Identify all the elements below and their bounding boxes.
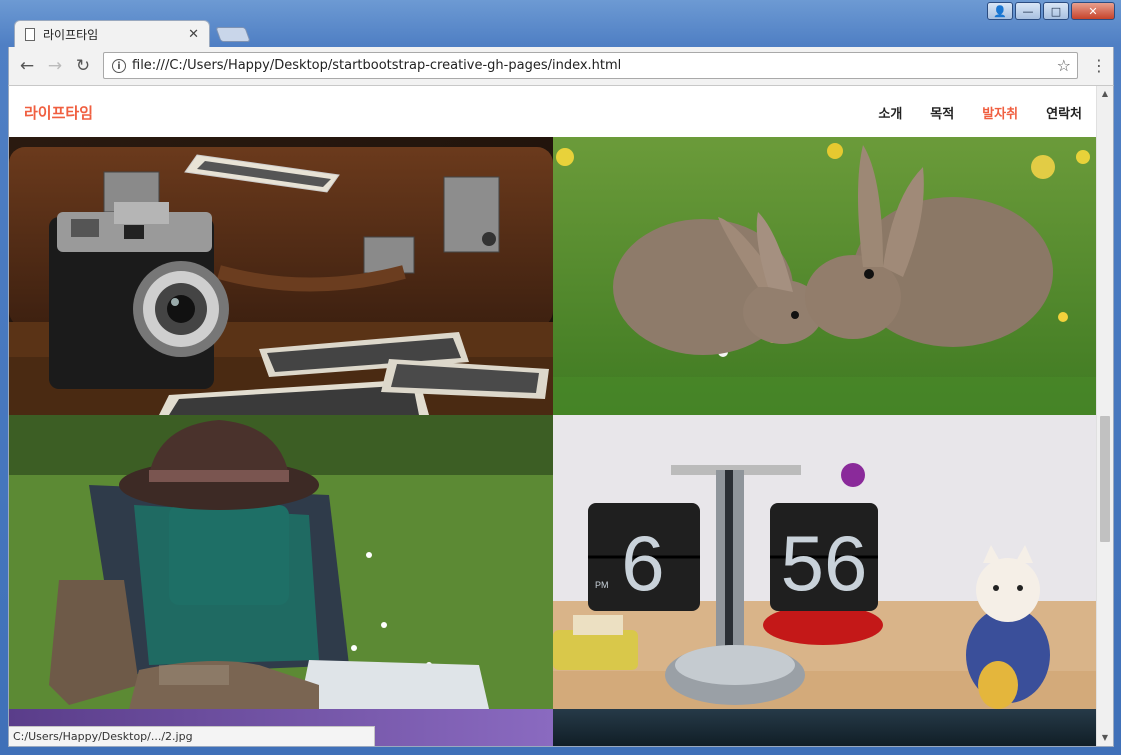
site-brand[interactable]: 라이프타임: [24, 102, 93, 123]
scroll-up-icon[interactable]: ▲: [1097, 86, 1113, 102]
user-icon: 👤: [993, 4, 1007, 18]
page-viewport: 라이프타임 소개 목적 발자취 연락처 6 PM 56 ▲ ▼ C:/Users…: [8, 85, 1114, 747]
tab-title: 라이프타임: [43, 28, 99, 42]
address-bar[interactable]: i file:///C:/Users/Happy/Desktop/startbo…: [103, 52, 1078, 79]
clock-minutes-digits: 56: [781, 519, 868, 607]
kebab-menu-icon[interactable]: ⋮: [1091, 56, 1107, 76]
nav-link-purpose[interactable]: 목적: [930, 103, 954, 122]
nav-link-portfolio[interactable]: 발자취: [982, 103, 1018, 122]
portfolio-item-rabbits[interactable]: [553, 137, 1097, 415]
flip-clock-photo: 6 PM 56: [553, 415, 1097, 709]
portfolio-item-water[interactable]: [553, 709, 1097, 746]
document-icon: [25, 28, 35, 41]
close-icon: ✕: [1088, 4, 1098, 18]
rabbits-photo: [553, 137, 1097, 415]
site-navbar: 라이프타임 소개 목적 발자취 연락처: [9, 86, 1097, 137]
camera-suitcase-photo: [9, 137, 553, 415]
status-bar: C:/Users/Happy/Desktop/.../2.jpg: [9, 726, 375, 746]
window-controls: 👤 — □ ✕: [987, 2, 1115, 20]
nav-link-contact[interactable]: 연락처: [1046, 103, 1082, 122]
forward-arrow-icon[interactable]: →: [45, 56, 65, 76]
new-tab-button[interactable]: [215, 27, 251, 42]
user-profile-button[interactable]: 👤: [987, 2, 1013, 20]
tab-close-icon[interactable]: ✕: [188, 27, 199, 42]
info-icon[interactable]: i: [112, 58, 126, 73]
close-window-button[interactable]: ✕: [1071, 2, 1115, 20]
browser-toolbar: ← → ↻ i file:///C:/Users/Happy/Desktop/s…: [8, 47, 1114, 85]
clock-hour-digit: 6: [621, 519, 664, 607]
maximize-button[interactable]: □: [1043, 2, 1069, 20]
scroll-down-icon[interactable]: ▼: [1097, 730, 1113, 746]
browser-tab[interactable]: 라이프타임 ✕: [14, 20, 210, 48]
minimize-icon: —: [1022, 4, 1034, 18]
maximize-icon: □: [1050, 4, 1062, 18]
page-scrollbar[interactable]: ▲ ▼: [1096, 86, 1113, 746]
bookmark-star-icon[interactable]: ☆: [1057, 56, 1071, 75]
minimize-button[interactable]: —: [1015, 2, 1041, 20]
clock-meridiem: PM: [595, 580, 609, 590]
back-arrow-icon[interactable]: ←: [17, 56, 37, 76]
portfolio-item-camera[interactable]: [9, 137, 553, 415]
scroll-thumb[interactable]: [1100, 416, 1110, 542]
url-text[interactable]: file:///C:/Users/Happy/Desktop/startboot…: [132, 58, 1057, 73]
reload-icon[interactable]: ↻: [73, 56, 93, 76]
nav-links: 소개 목적 발자취 연락처: [878, 103, 1082, 122]
nav-link-about[interactable]: 소개: [878, 103, 902, 122]
backpack-hat-boots-photo: [9, 415, 553, 709]
portfolio-item-clock[interactable]: 6 PM 56: [553, 415, 1097, 709]
browser-window: 👤 — □ ✕ 라이프타임 ✕ ← → ↻ i file:///C:/Users…: [0, 0, 1121, 755]
portfolio-item-backpack[interactable]: [9, 415, 553, 709]
